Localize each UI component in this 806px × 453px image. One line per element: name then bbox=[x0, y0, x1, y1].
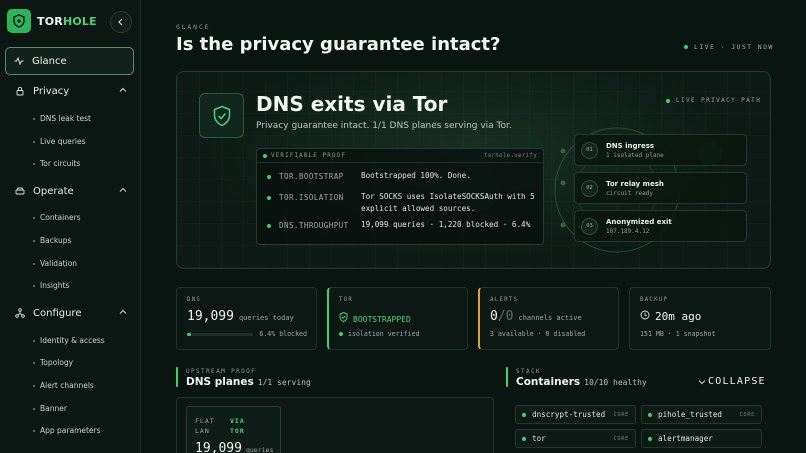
page-kicker: GLANCE bbox=[176, 23, 211, 31]
card-label: ALERTS bbox=[490, 297, 519, 303]
lock-icon bbox=[16, 86, 24, 96]
sidebar-group-label: Configure bbox=[33, 307, 82, 319]
dns-query-count: 19,099 bbox=[187, 309, 234, 324]
clock-icon bbox=[640, 310, 650, 320]
hero-title: DNS exits via Tor bbox=[256, 92, 448, 116]
sidebar: TORHOLE Glance Privacy DNS leak test Liv… bbox=[0, 0, 141, 453]
live-dot-icon bbox=[684, 45, 688, 49]
sidebar-group-configure[interactable]: Configure bbox=[0, 303, 141, 323]
collapse-stack-button[interactable]: COLLAPSE bbox=[698, 376, 766, 387]
sidebar-group-label: Operate bbox=[33, 185, 74, 197]
blocked-percent: 6.4% blocked bbox=[259, 330, 307, 338]
sidebar-item-label: Glance bbox=[32, 55, 67, 67]
chevron-up-icon bbox=[119, 187, 127, 192]
drive-icon bbox=[15, 187, 25, 195]
hero-panel: DNS exits via Tor Privacy guarantee inta… bbox=[176, 71, 771, 269]
container-chip[interactable]: dnscrypt-trusted CORE bbox=[515, 405, 636, 424]
tor-stat-card[interactable]: TOR BOOTSTRAPPED isolation verified bbox=[327, 287, 468, 350]
sidebar-item-app-parameters[interactable]: App parameters bbox=[33, 426, 101, 435]
live-status: LIVE · JUST NOW bbox=[684, 43, 774, 51]
via-tor-badge: VIA TOR bbox=[230, 417, 245, 435]
sidebar-item-alert-channels[interactable]: Alert channels bbox=[33, 381, 94, 390]
sidebar-item-glance[interactable]: Glance bbox=[5, 47, 134, 75]
dns-stat-card[interactable]: DNS 19,099 queries today 6.4% blocked bbox=[176, 287, 317, 350]
sidebar-item-backups[interactable]: Backups bbox=[33, 236, 71, 245]
plane-name: FLAT LAN bbox=[195, 417, 215, 435]
sidebar-item-insights[interactable]: Insights bbox=[33, 281, 69, 290]
sidebar-item-live-queries[interactable]: Live queries bbox=[33, 137, 86, 146]
plane-query-count: 19,099 bbox=[195, 441, 242, 453]
planes-title: DNS planes 1/1 serving bbox=[186, 376, 311, 388]
path-node-dns-ingress: 01 DNS ingress 1 isolated plane bbox=[574, 134, 747, 166]
alerts-active-count: 0 bbox=[490, 309, 498, 324]
proof-source: torhole.verify bbox=[483, 152, 537, 159]
sidebar-collapse-button[interactable] bbox=[110, 11, 132, 33]
proof-label: VERIFIABLE PROOF bbox=[271, 152, 347, 159]
stack-kicker: STACK bbox=[516, 368, 542, 375]
sidebar-group-label: Privacy bbox=[33, 85, 70, 97]
verifiable-proof-panel: VERIFIABLE PROOF torhole.verify TOR.BOOT… bbox=[256, 148, 544, 245]
sidebar-item-identity-access[interactable]: Identity & access bbox=[33, 336, 105, 345]
blocked-progress-bar bbox=[187, 332, 253, 336]
hero-subtitle: Privacy guarantee intact. 1/1 DNS planes… bbox=[256, 121, 512, 131]
shield-check-icon bbox=[339, 312, 348, 322]
chevron-down-icon bbox=[698, 379, 706, 384]
sidebar-item-containers[interactable]: Containers bbox=[33, 213, 81, 222]
tor-status: BOOTSTRAPPED bbox=[353, 315, 411, 324]
path-node-anonymized-exit: 03 Anonymized exit 107.189.4.12 bbox=[574, 210, 747, 242]
sidebar-item-dns-leak-test[interactable]: DNS leak test bbox=[33, 114, 91, 123]
section-accent bbox=[506, 367, 508, 387]
sidebar-item-banner[interactable]: Banner bbox=[33, 404, 67, 413]
card-label: DNS bbox=[187, 297, 202, 303]
sidebar-item-topology[interactable]: Topology bbox=[33, 358, 73, 367]
sidebar-item-tor-circuits[interactable]: Tor circuits bbox=[33, 159, 80, 168]
container-chip[interactable]: alertmanager bbox=[641, 429, 762, 448]
chevron-up-icon bbox=[119, 87, 127, 92]
brand[interactable]: TORHOLE bbox=[7, 9, 97, 33]
status-dot-icon bbox=[339, 332, 343, 336]
proof-row: DNS.THROUGHPUT 19,099 queries · 1,220 blo… bbox=[267, 220, 539, 231]
card-label: TOR bbox=[339, 297, 354, 303]
section-accent bbox=[176, 367, 178, 387]
alerts-stat-card[interactable]: ALERTS 0/0 channels active 3 available · … bbox=[478, 287, 619, 350]
brand-name: TORHOLE bbox=[37, 14, 97, 28]
proof-row: TOR.BOOTSTRAP Bootstrapped 100%. Done. bbox=[267, 171, 539, 182]
sidebar-group-operate[interactable]: Operate bbox=[0, 181, 141, 201]
path-node-tor-relay-mesh: 02 Tor relay mesh circuit ready bbox=[574, 172, 747, 204]
backup-age: 20m ago bbox=[655, 310, 702, 323]
sidebar-group-privacy[interactable]: Privacy bbox=[0, 81, 141, 101]
page-title: Is the privacy guarantee intact? bbox=[176, 34, 501, 55]
dns-planes-panel: FLAT LAN VIA TOR 19,099 queries bbox=[176, 397, 494, 453]
pulse-icon bbox=[14, 56, 24, 66]
live-privacy-path-label: LIVE PRIVACY PATH bbox=[666, 97, 761, 104]
stack-title: Containers 10/10 healthy bbox=[516, 376, 647, 388]
dns-plane-card[interactable]: FLAT LAN VIA TOR 19,099 queries bbox=[186, 406, 281, 453]
proof-row: TOR.ISOLATION Tor SOCKS uses IsolateSOCKS… bbox=[267, 192, 539, 215]
sidebar-item-validation[interactable]: Validation bbox=[33, 259, 77, 268]
chevron-up-icon bbox=[119, 309, 127, 314]
chevron-left-icon bbox=[118, 18, 123, 26]
card-label: BACKUP bbox=[640, 297, 669, 303]
container-chip[interactable]: pihole_trusted CORE bbox=[641, 405, 762, 424]
shield-check-icon bbox=[199, 93, 244, 138]
shield-logo-icon bbox=[7, 9, 31, 33]
backup-stat-card[interactable]: BACKUP 20m ago 151 MB · 1 snapshot bbox=[629, 287, 771, 350]
planes-kicker: UPSTREAM PROOF bbox=[186, 368, 257, 375]
container-chip[interactable]: tor CORE bbox=[515, 429, 636, 448]
blocked-progress-fill bbox=[187, 332, 192, 336]
status-dot-icon bbox=[263, 153, 267, 158]
network-icon bbox=[15, 308, 25, 318]
